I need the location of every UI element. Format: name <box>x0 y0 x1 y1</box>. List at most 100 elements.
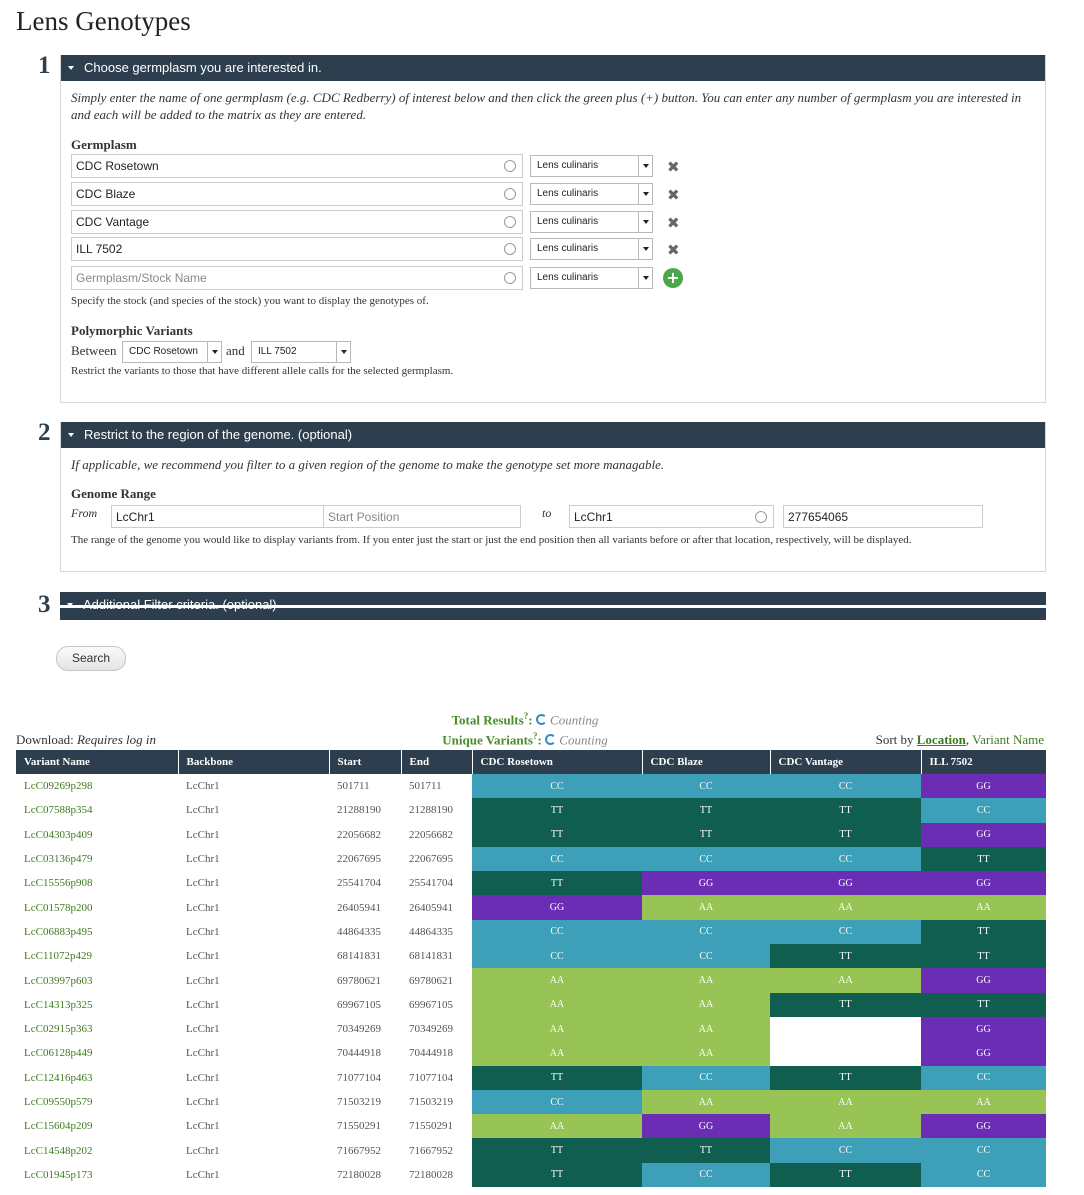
table-row: LcC14548p202 LcChr1 71667952 71667952 TT TT CC… <box>16 1138 1046 1163</box>
variant-name-link[interactable]: LcC09269p298 <box>16 774 178 798</box>
variant-name-link[interactable]: LcC11072p429 <box>16 944 178 968</box>
germplasm-input-4[interactable]: ILL 7502 <box>71 237 523 261</box>
table-row: LcC04303p409 LcChr1 22056682 22056682 TT TT TT… <box>16 822 1046 847</box>
genotype-matrix-table: Variant Name Backbone Start End CDC Rose… <box>16 750 1047 1188</box>
backbone-cell: LcChr1 <box>186 853 220 866</box>
polymorphic-variants-label: Polymorphic Variants <box>71 323 193 338</box>
species-select-4[interactable]: Lens culinaris <box>530 238 653 260</box>
genome-region-panel: Restrict to the region of the genome. (o… <box>60 422 1046 572</box>
search-button[interactable]: Search <box>56 646 126 671</box>
variant-name-link[interactable]: LcC01578p200 <box>16 895 178 919</box>
variant-name-link[interactable]: LcC14548p202 <box>16 1138 178 1162</box>
backbone-cell: LcChr1 <box>186 828 220 841</box>
variant-name-link[interactable]: LcC15604p209 <box>16 1114 178 1138</box>
genotype-call-cell: GG <box>921 1114 1046 1139</box>
germplasm-input-1[interactable]: CDC Rosetown <box>71 154 523 178</box>
filter-panel-header[interactable]: Additional Filter criteria. (optional) <box>60 592 1046 620</box>
genotype-call-cell: TT <box>921 992 1046 1017</box>
genotype-call-cell <box>770 1041 921 1066</box>
backbone-cell: LcChr1 <box>186 1047 220 1060</box>
variant-name-link[interactable]: LcC03136p479 <box>16 847 178 871</box>
variant-name-link[interactable]: LcC06128p449 <box>16 1041 178 1065</box>
genotype-call-cell: GG <box>642 1114 770 1139</box>
variant-name-link[interactable]: LcC04303p409 <box>16 823 178 847</box>
start-cell: 25541704 <box>337 877 381 890</box>
table-header-row: Variant Name Backbone Start End CDC Rose… <box>16 750 1047 774</box>
genotype-call-cell: CC <box>642 944 770 969</box>
genotype-call-cell: GG <box>921 1041 1046 1066</box>
backbone-cell: LcChr1 <box>186 1144 220 1157</box>
remove-germplasm-4-icon[interactable]: ✖ <box>667 243 680 258</box>
start-cell: 69967105 <box>337 998 381 1011</box>
variant-name-link[interactable]: LcC01945p173 <box>16 1163 178 1187</box>
species-select-new[interactable]: Lens culinaris <box>530 267 653 289</box>
genotype-call-cell: TT <box>770 822 921 847</box>
germplasm-panel-header[interactable]: Choose germplasm you are interested in. <box>61 55 1045 81</box>
autocomplete-icon <box>504 243 516 255</box>
variant-name-link[interactable]: LcC03997p603 <box>16 968 178 992</box>
species-select-1[interactable]: Lens culinaris <box>530 155 653 177</box>
start-cell: 71503219 <box>337 1096 381 1108</box>
end-cell: 22056682 <box>409 828 453 841</box>
genotype-call-cell: AA <box>642 968 770 993</box>
germplasm-label: Germplasm <box>71 137 137 152</box>
stock-description: Specify the stock (and species of the st… <box>71 295 429 307</box>
variant-name-link[interactable]: LcC12416p463 <box>16 1066 178 1090</box>
genotype-call-cell: TT <box>472 1065 642 1090</box>
genotype-call-cell: GG <box>642 871 770 896</box>
table-row: LcC12416p463 LcChr1 71077104 71077104 TT CC TT… <box>16 1065 1046 1090</box>
backbone-cell: LcChr1 <box>186 925 220 938</box>
start-position-input[interactable]: Start Position <box>323 505 521 528</box>
germplasm-input-3[interactable]: CDC Vantage <box>71 210 523 234</box>
end-cell: 72180028 <box>409 1168 453 1181</box>
end-cell: 21288190 <box>409 804 453 817</box>
remove-germplasm-2-icon[interactable]: ✖ <box>667 188 680 203</box>
end-cell: 70349269 <box>409 1023 453 1036</box>
table-row: LcC15604p209 LcChr1 71550291 71550291 AA GG AA… <box>16 1114 1046 1139</box>
variant-name-link[interactable]: LcC07588p354 <box>16 798 178 822</box>
sort-by-variant-name-link[interactable]: Variant Name <box>972 732 1044 747</box>
column-header: CDC Vantage <box>770 750 922 774</box>
table-row: LcC14313p325 LcChr1 69967105 69967105 AA AA TT… <box>16 992 1046 1017</box>
remove-germplasm-3-icon[interactable]: ✖ <box>667 216 680 231</box>
add-germplasm-plus-icon[interactable]: + <box>663 268 683 288</box>
end-cell: 69967105 <box>409 998 453 1011</box>
genotype-call-cell: GG <box>770 871 921 896</box>
species-select-3[interactable]: Lens culinaris <box>530 211 653 233</box>
table-row: LcC01578p200 LcChr1 26405941 26405941 GG AA AA… <box>16 895 1046 920</box>
step-number-1: 1 <box>38 52 51 79</box>
genome-region-panel-header[interactable]: Restrict to the region of the genome. (o… <box>61 422 1045 448</box>
and-germplasm-select[interactable]: ILL 7502 <box>251 341 351 363</box>
variant-name-link[interactable]: LcC02915p363 <box>16 1017 178 1041</box>
germplasm-help-text: Simply enter the name of one germplasm (… <box>71 90 1022 122</box>
sort-by-location-link[interactable]: Location <box>917 732 966 747</box>
end-position-input[interactable]: 277654065 <box>783 505 983 528</box>
genotype-call-cell: AA <box>921 1089 1046 1115</box>
genotype-call-cell: TT <box>472 1138 642 1163</box>
variant-name-link[interactable]: LcC09550p579 <box>16 1090 178 1114</box>
variant-name-link[interactable]: LcC14313p325 <box>16 993 178 1017</box>
autocomplete-icon <box>504 160 516 172</box>
species-select-2[interactable]: Lens culinaris <box>530 183 653 205</box>
table-row: LcC09269p298 LcChr1 501711 501711 CC CC CC GG <box>16 774 1046 799</box>
between-germplasm-select[interactable]: CDC Rosetown <box>122 341 222 363</box>
column-header: CDC Blaze <box>642 750 771 774</box>
genotype-call-cell: CC <box>770 919 921 945</box>
variant-name-link[interactable]: LcC06883p495 <box>16 920 178 944</box>
and-label: and <box>226 343 245 358</box>
germplasm-input-2[interactable]: CDC Blaze <box>71 182 523 206</box>
column-header: Start <box>329 750 402 774</box>
remove-germplasm-1-icon[interactable]: ✖ <box>667 160 680 175</box>
variant-name-link[interactable]: LcC15556p908 <box>16 871 178 895</box>
genotype-call-cell: CC <box>921 798 1046 823</box>
genotype-call-cell: CC <box>770 846 921 872</box>
genotype-call-cell: CC <box>921 1162 1046 1188</box>
germplasm-new-input[interactable]: Germplasm/Stock Name <box>71 266 523 290</box>
genotype-call-cell: AA <box>472 968 642 993</box>
to-backbone-input[interactable]: LcChr1 <box>569 505 774 528</box>
germplasm-panel-title: Choose germplasm you are interested in. <box>84 60 322 75</box>
genotype-call-cell: GG <box>921 774 1046 799</box>
genotype-call-cell: TT <box>472 798 642 823</box>
genotype-call-cell: GG <box>921 822 1046 847</box>
backbone-cell: LcChr1 <box>186 950 220 963</box>
